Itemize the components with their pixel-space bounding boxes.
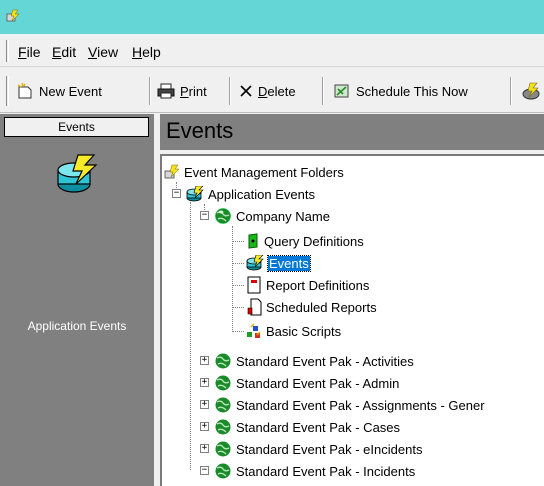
delete-label: Delete [258, 83, 296, 99]
tree-pak-item[interactable]: Standard Event Pak - Activities [214, 351, 414, 371]
globe-icon [215, 463, 231, 479]
schedule-icon [334, 84, 349, 98]
content-title: Events [166, 118, 234, 143]
tree-pak-label: Standard Event Pak - Assignments - Gener [236, 397, 485, 413]
tree-pak-label: Standard Event Pak - Incidents [236, 463, 416, 479]
globe-icon [215, 441, 231, 457]
event-tree[interactable]: Event Management Folders − Application E… [160, 154, 544, 486]
tree-application-events-label: Application Events [208, 186, 315, 202]
delete-x-icon [240, 85, 252, 97]
toolbar-overflow-button[interactable] [521, 76, 544, 106]
tree-query-definitions[interactable]: Query Definitions [246, 231, 364, 251]
tree-scheduled-reports-label: Scheduled Reports [266, 299, 377, 315]
tree-connector [232, 331, 244, 332]
new-event-icon [17, 82, 32, 99]
toolbar-grip[interactable] [6, 76, 9, 106]
tree-events-label: Events [267, 254, 311, 272]
print-label: Print [180, 83, 207, 99]
tree-events[interactable]: Events [246, 253, 311, 273]
expand-toggle[interactable]: + [200, 356, 209, 365]
tree-connector [232, 241, 244, 242]
schedule-now-button[interactable]: Schedule This Now [333, 76, 468, 106]
tree-scheduled-reports[interactable]: Scheduled Reports [246, 297, 377, 317]
tree-connector [232, 307, 244, 308]
menu-bar: File Edit View Help [0, 34, 544, 67]
menu-help[interactable]: Help [132, 44, 161, 60]
globe-icon [215, 208, 231, 224]
tree-basic-scripts-label: Basic Scripts [266, 323, 342, 339]
event-folder-icon [522, 82, 540, 100]
toolbar-separator [149, 77, 151, 105]
globe-icon [215, 397, 231, 413]
tree-connector [232, 285, 244, 286]
tree-company[interactable]: Company Name [214, 206, 330, 226]
scheduled-reports-icon [247, 298, 262, 316]
delete-button[interactable]: Delete [239, 76, 296, 106]
tree-pak-item[interactable]: Standard Event Pak - eIncidents [214, 439, 422, 459]
collapse-toggle[interactable]: − [200, 466, 209, 475]
expand-toggle[interactable]: + [200, 378, 209, 387]
collapse-toggle[interactable]: − [172, 189, 181, 198]
tree-pak-label: Standard Event Pak - Activities [236, 353, 414, 369]
tree-root-label: Event Management Folders [184, 164, 344, 180]
tree-basic-scripts[interactable]: Basic Scripts [246, 321, 341, 341]
tree-pak-label: Standard Event Pak - eIncidents [236, 441, 423, 457]
basic-scripts-icon [247, 323, 261, 338]
toolbar: New Event Print Delete Schedule This Now [0, 68, 544, 113]
application-events-icon [186, 186, 204, 202]
globe-icon [215, 353, 231, 369]
tree-company-label: Company Name [236, 208, 330, 224]
content-header: Events [160, 114, 544, 150]
app-icon[interactable] [6, 9, 20, 23]
tree-report-definitions-label: Report Definitions [266, 277, 370, 293]
report-definitions-icon [247, 276, 261, 294]
tree-connector [232, 263, 244, 264]
menu-view[interactable]: View [88, 44, 118, 60]
print-button[interactable]: Print [157, 76, 207, 106]
management-folders-icon [164, 164, 180, 179]
globe-icon [215, 375, 231, 391]
navigation-header[interactable]: Events [4, 117, 149, 137]
tree-pak-label: Standard Event Pak - Cases [236, 419, 401, 435]
tree-pak-item[interactable]: Standard Event Pak - Cases [214, 417, 400, 437]
tree-pak-item[interactable]: Standard Event Pak - Assignments - Gener [214, 395, 485, 415]
tree-root[interactable]: Event Management Folders [164, 162, 344, 182]
expand-toggle[interactable]: + [200, 444, 209, 453]
expand-toggle[interactable]: + [200, 422, 209, 431]
menu-edit[interactable]: Edit [52, 44, 76, 60]
tree-connector [190, 202, 191, 470]
toolbar-separator [510, 77, 512, 105]
new-event-label: New Event [39, 83, 102, 99]
tree-pak-item[interactable]: Standard Event Pak - Incidents [214, 461, 415, 481]
toolbar-separator [229, 77, 231, 105]
tree-pak-label: Standard Event Pak - Admin [236, 375, 400, 391]
collapse-toggle[interactable]: − [200, 211, 209, 220]
tree-report-definitions[interactable]: Report Definitions [246, 275, 369, 295]
events-icon [246, 255, 264, 271]
navigation-panel: Events Application Events [0, 114, 154, 486]
tree-query-definitions-label: Query Definitions [264, 233, 364, 249]
new-event-button[interactable]: New Event [16, 76, 102, 106]
tree-application-events[interactable]: Application Events [186, 184, 315, 204]
menu-file[interactable]: File [18, 44, 41, 60]
printer-icon [157, 83, 175, 99]
globe-icon [215, 419, 231, 435]
toolbar-separator [322, 77, 324, 105]
title-bar [0, 0, 544, 34]
tree-pak-item[interactable]: Standard Event Pak - Admin [214, 373, 399, 393]
menubar-grip[interactable] [6, 40, 9, 62]
expand-toggle[interactable]: + [200, 400, 209, 409]
query-definitions-icon [248, 233, 258, 249]
application-events-icon[interactable] [56, 154, 98, 194]
application-events-label[interactable]: Application Events [0, 319, 154, 333]
schedule-now-label: Schedule This Now [356, 83, 468, 99]
